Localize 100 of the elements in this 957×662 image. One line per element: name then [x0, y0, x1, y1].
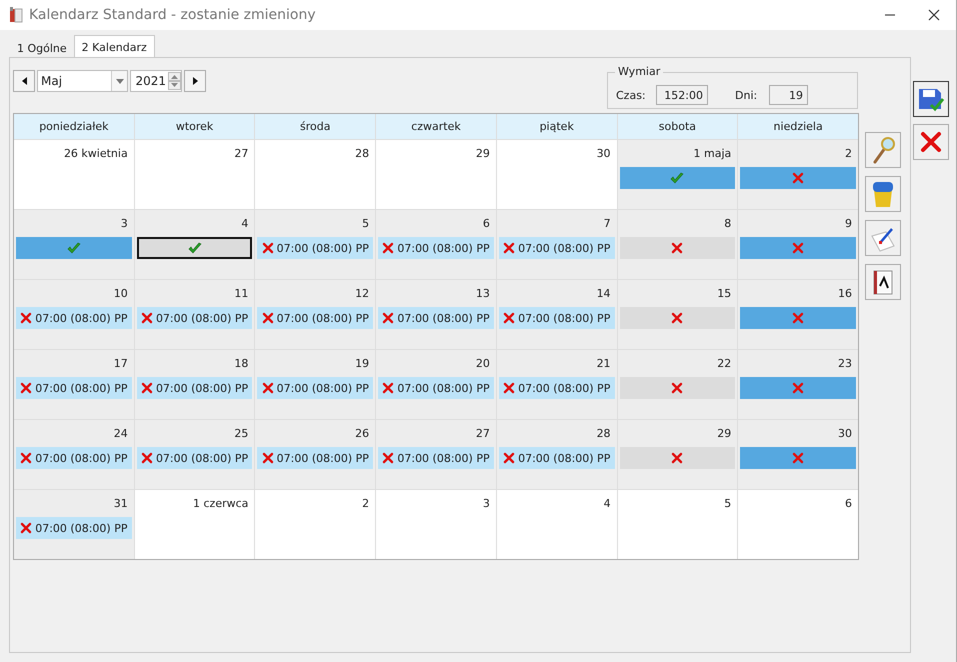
- day-cell[interactable]: 29: [618, 420, 738, 489]
- day-number: 9: [845, 216, 853, 232]
- day-entry[interactable]: 07:00 (08:00) PP: [378, 307, 494, 329]
- day-cell[interactable]: 2: [255, 490, 376, 559]
- day-cell[interactable]: 4: [496, 490, 617, 559]
- day-entry[interactable]: 07:00 (08:00) PP: [136, 377, 252, 399]
- day-cell[interactable]: 16: [738, 280, 858, 349]
- day-cell[interactable]: 27: [134, 140, 254, 209]
- day-number: 5: [724, 496, 732, 512]
- day-entry[interactable]: 07:00 (08:00) PP: [257, 307, 374, 329]
- day-entry[interactable]: 07:00 (08:00) PP: [378, 377, 494, 399]
- day-cell[interactable]: 20 07:00 (08:00) PP: [376, 350, 496, 419]
- day-cell[interactable]: 12 07:00 (08:00) PP: [255, 280, 376, 349]
- day-cell[interactable]: 30: [738, 420, 858, 489]
- cross-icon: [920, 131, 942, 153]
- day-number: 26: [355, 426, 370, 442]
- day-number: 22: [717, 356, 732, 372]
- day-entry[interactable]: 07:00 (08:00) PP: [378, 447, 494, 469]
- day-entry[interactable]: 07:00 (08:00) PP: [16, 447, 132, 469]
- day-cell[interactable]: 24 07:00 (08:00) PP: [14, 420, 134, 489]
- day-number: 18: [234, 356, 250, 372]
- day-entry[interactable]: 07:00 (08:00) PP: [257, 237, 374, 259]
- day-entry[interactable]: 07:00 (08:00) PP: [498, 377, 615, 399]
- right-triangle-icon: [192, 77, 198, 85]
- day-cell[interactable]: 9: [738, 210, 858, 279]
- day-cell[interactable]: 22: [618, 350, 738, 419]
- cancel-button[interactable]: [913, 124, 949, 160]
- day-number: 16: [838, 286, 853, 302]
- day-cell[interactable]: 1 maja: [618, 140, 738, 209]
- day-entry[interactable]: 07:00 (08:00) PP: [136, 307, 252, 329]
- day-cell[interactable]: 25 07:00 (08:00) PP: [134, 420, 254, 489]
- day-cell[interactable]: 13 07:00 (08:00) PP: [376, 280, 496, 349]
- day-entry[interactable]: 07:00 (08:00) PP: [257, 377, 374, 399]
- window-title: Kalendarz Standard - zostanie zmieniony: [29, 7, 317, 23]
- delete-button[interactable]: [865, 176, 901, 212]
- day-number: 28: [596, 426, 612, 442]
- day-cell[interactable]: 28: [255, 140, 376, 209]
- day-cell[interactable]: 28 07:00 (08:00) PP: [496, 420, 617, 489]
- entry-text: 07:00 (08:00) PP: [156, 382, 248, 394]
- day-entry[interactable]: 07:00 (08:00) PP: [498, 307, 615, 329]
- next-button[interactable]: [184, 70, 206, 92]
- column-header: piątek: [496, 114, 617, 139]
- day-cell[interactable]: 23: [738, 350, 858, 419]
- year-spinner[interactable]: 2021: [130, 70, 182, 92]
- entry-text: 07:00 (08:00) PP: [397, 242, 490, 254]
- day-cell[interactable]: 21 07:00 (08:00) PP: [496, 350, 617, 419]
- preview-button[interactable]: [865, 132, 901, 168]
- group-title: Wymiar: [615, 65, 664, 78]
- day-entry[interactable]: 07:00 (08:00) PP: [498, 447, 615, 469]
- save-button[interactable]: [913, 81, 949, 117]
- entry-text: 07:00 (08:00) PP: [276, 452, 369, 464]
- day-cell[interactable]: 17 07:00 (08:00) PP: [14, 350, 134, 419]
- day-cell[interactable]: 3: [14, 210, 134, 279]
- day-cell[interactable]: 26 07:00 (08:00) PP: [255, 420, 376, 489]
- edit-button[interactable]: [865, 220, 901, 256]
- day-number: 5: [362, 216, 370, 232]
- day-cell[interactable]: 2: [738, 140, 858, 209]
- day-cell[interactable]: 18 07:00 (08:00) PP: [134, 350, 254, 419]
- day-cell[interactable]: 19 07:00 (08:00) PP: [255, 350, 376, 419]
- previous-button[interactable]: [13, 70, 35, 92]
- day-cell[interactable]: 31 07:00 (08:00) PP: [14, 490, 134, 559]
- day-entry[interactable]: 07:00 (08:00) PP: [498, 237, 615, 259]
- day-number: 27: [476, 426, 491, 442]
- day-cell[interactable]: 3: [376, 490, 496, 559]
- entry-text: 07:00 (08:00) PP: [35, 522, 128, 534]
- day-number: 30: [596, 146, 612, 162]
- day-cell[interactable]: 30: [496, 140, 617, 209]
- day-cell[interactable]: 5: [618, 490, 738, 559]
- tab[interactable]: 2 Kalendarz: [74, 35, 155, 59]
- day-entry[interactable]: 07:00 (08:00) PP: [378, 237, 494, 259]
- day-cell[interactable]: 26 kwietnia: [14, 140, 134, 209]
- day-cell[interactable]: 6: [738, 490, 858, 559]
- day-cell[interactable]: 27 07:00 (08:00) PP: [376, 420, 496, 489]
- day-cell[interactable]: 15: [618, 280, 738, 349]
- day-cell[interactable]: 6 07:00 (08:00) PP: [376, 210, 496, 279]
- day-number: 29: [476, 146, 491, 162]
- day-number: 2: [362, 496, 370, 512]
- tab[interactable]: 1 Ogólne: [10, 37, 74, 59]
- day-cell[interactable]: 4: [134, 210, 254, 279]
- month-dropdown[interactable]: Maj: [37, 70, 128, 92]
- day-cell[interactable]: 29: [376, 140, 496, 209]
- day-entry[interactable]: 07:00 (08:00) PP: [257, 447, 374, 469]
- day-number: 6: [845, 496, 853, 512]
- day-entry[interactable]: 07:00 (08:00) PP: [16, 517, 132, 539]
- day-cell[interactable]: 11 07:00 (08:00) PP: [134, 280, 254, 349]
- day-cell[interactable]: 1 czerwca: [134, 490, 254, 559]
- day-number: 8: [724, 216, 732, 232]
- day-number: 4: [241, 216, 250, 232]
- day-entry[interactable]: 07:00 (08:00) PP: [136, 447, 252, 469]
- day-number: 3: [120, 216, 129, 232]
- day-cell[interactable]: 14 07:00 (08:00) PP: [496, 280, 617, 349]
- calendar-page-button[interactable]: [865, 264, 901, 300]
- entry-text: 07:00 (08:00) PP: [276, 242, 369, 254]
- day-cell[interactable]: 5 07:00 (08:00) PP: [255, 210, 376, 279]
- day-cell[interactable]: 8: [618, 210, 738, 279]
- day-entry[interactable]: 07:00 (08:00) PP: [16, 307, 132, 329]
- day-entry[interactable]: [136, 237, 252, 259]
- day-cell[interactable]: 10 07:00 (08:00) PP: [14, 280, 134, 349]
- day-entry[interactable]: 07:00 (08:00) PP: [16, 377, 132, 399]
- day-cell[interactable]: 7 07:00 (08:00) PP: [496, 210, 617, 279]
